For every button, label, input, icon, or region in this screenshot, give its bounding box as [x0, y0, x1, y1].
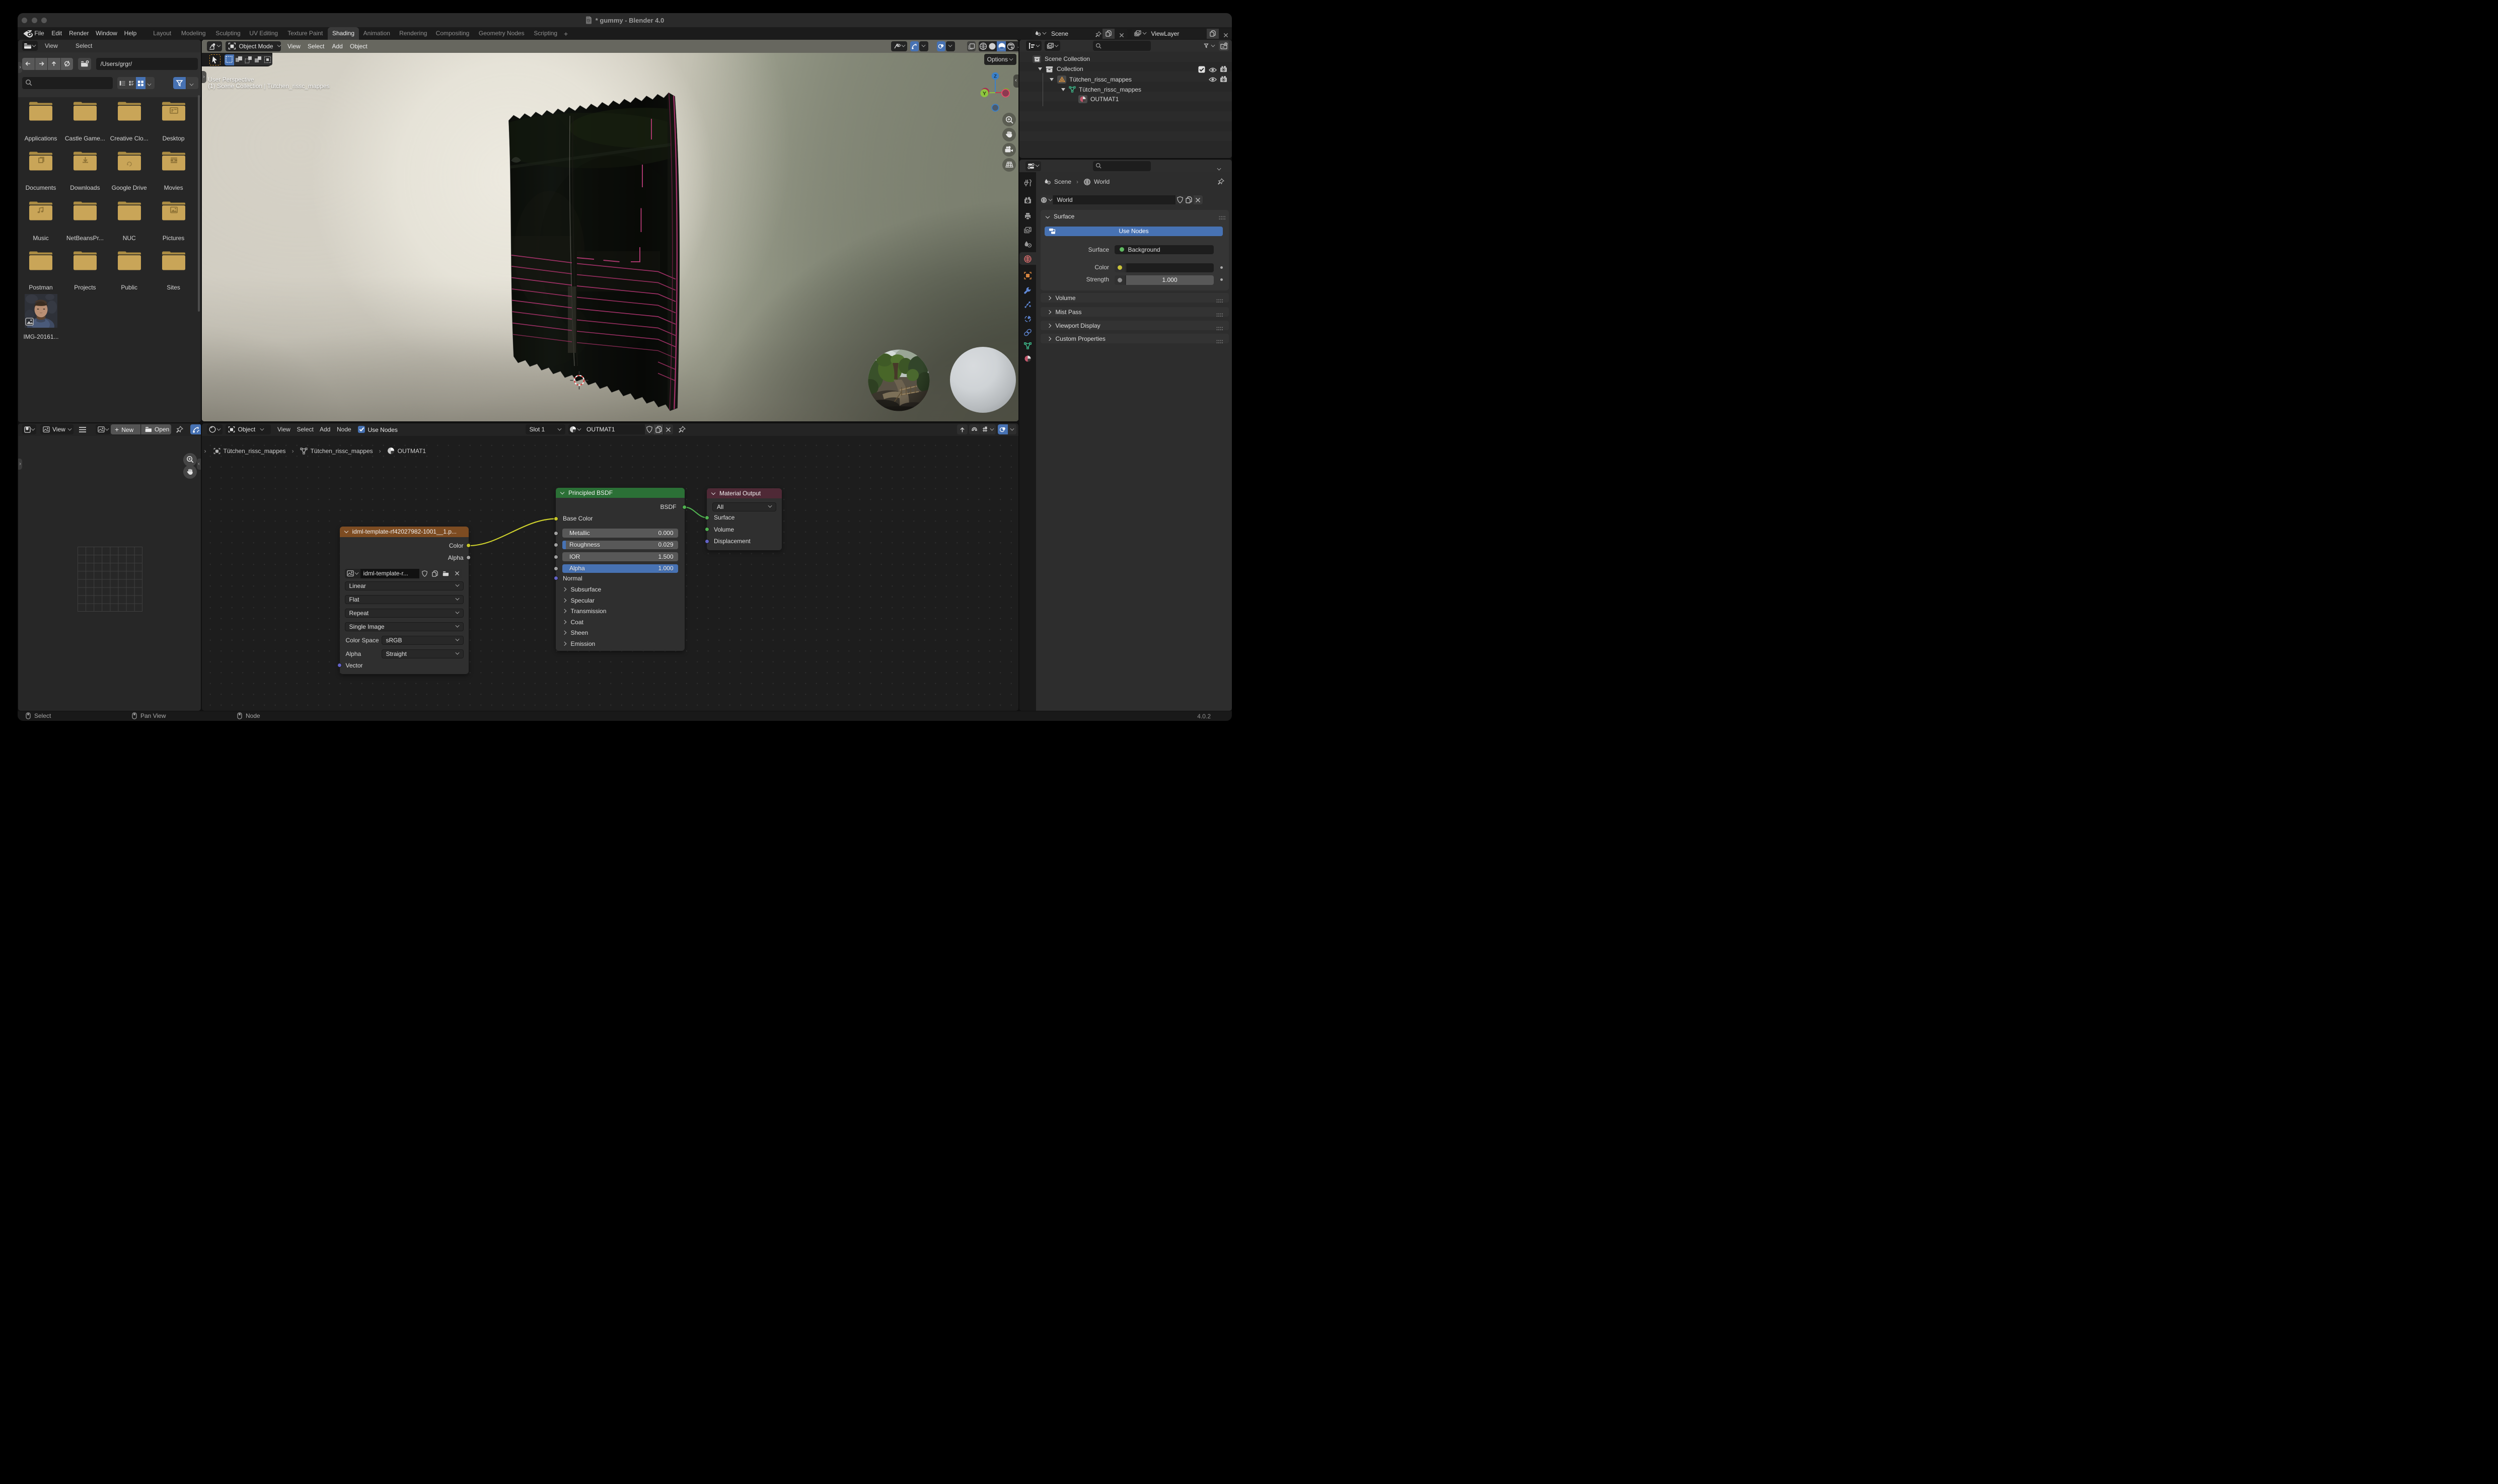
svg-text:Y: Y [982, 91, 986, 97]
svg-text:Z: Z [994, 73, 997, 79]
